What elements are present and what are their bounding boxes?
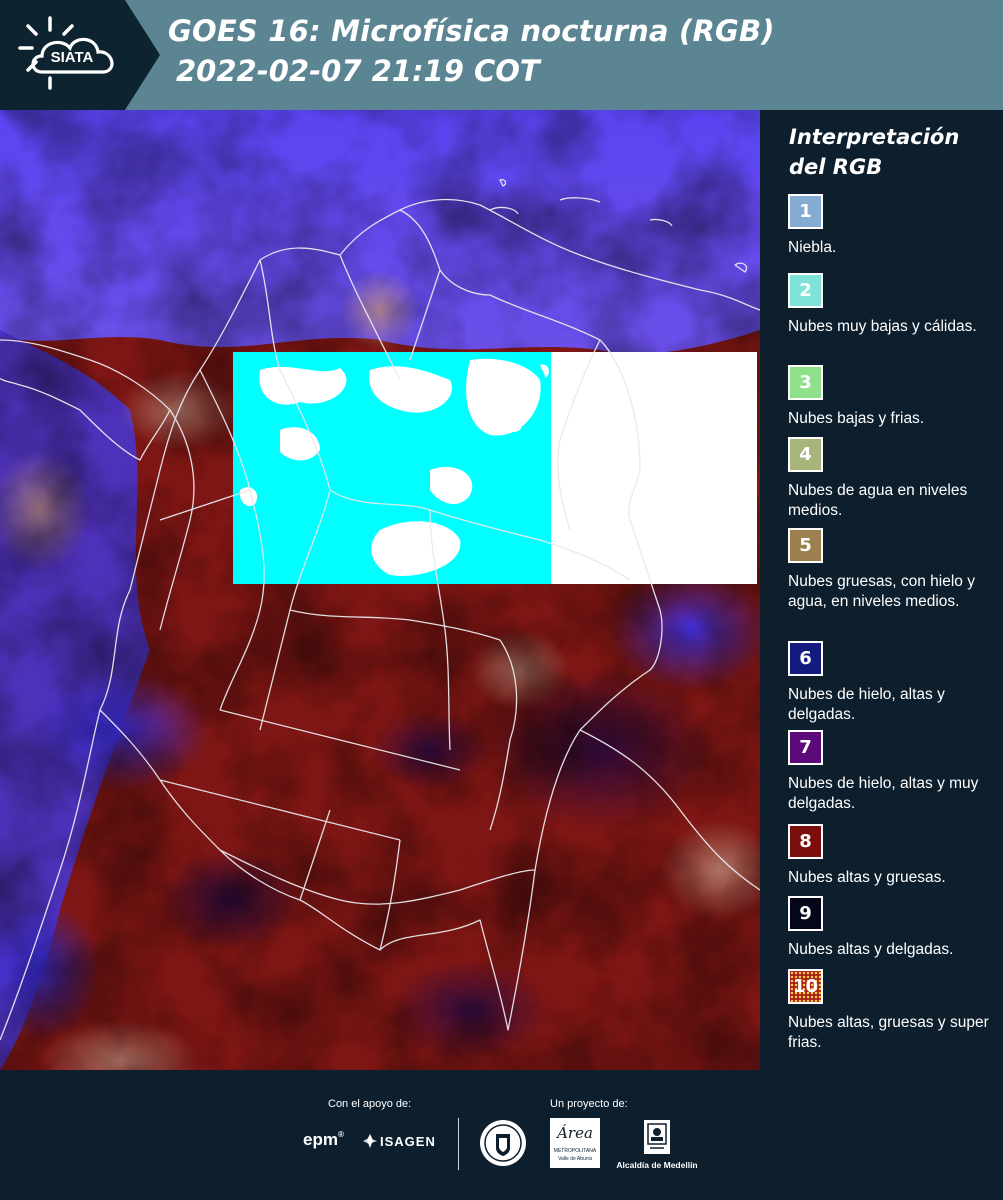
header-bar: SIATA GOES 16: Microfísica nocturna (RGB… <box>0 0 1003 110</box>
legend-item-1: 1 Niebla. <box>788 194 1000 258</box>
legend-item-4: 4 Nubes de agua en niveles medios. <box>788 437 1000 521</box>
page-timestamp: 2022-02-07 21:19 COT <box>176 54 540 88</box>
legend-label: Niebla. <box>788 239 837 256</box>
legend-item-8: 8 Nubes altas y gruesas. <box>788 824 1000 888</box>
legend-swatch-1: 1 <box>788 194 823 229</box>
legend-item-5: 5 Nubes gruesas, con hielo y agua, en ni… <box>788 528 1000 612</box>
alcaldia-shield-icon <box>642 1118 672 1156</box>
legend-number: 5 <box>799 535 812 556</box>
legend-item-7: 7 Nubes de hielo, altas y muy delgadas. <box>788 730 1000 814</box>
project-caption: Un proyecto de: <box>550 1098 628 1110</box>
legend-label: Nubes bajas y frias. <box>788 410 925 427</box>
legend-item-2: 2 Nubes muy bajas y cálidas. <box>788 273 1000 337</box>
legend-swatch-3: 3 <box>788 365 823 400</box>
support-caption: Con el apoyo de: <box>328 1098 412 1110</box>
siata-logo-text: SIATA <box>51 49 94 66</box>
legend-number: 4 <box>799 444 812 465</box>
legend-swatch-6: 6 <box>788 641 823 676</box>
legend-label: Nubes de agua en niveles medios. <box>788 482 968 519</box>
legend-label: Nubes de hielo, altas y delgadas. <box>788 686 945 723</box>
legend-number: 1 <box>799 201 812 222</box>
legend-swatch-7: 7 <box>788 730 823 765</box>
epm-logo: epm® <box>303 1130 344 1150</box>
epm-logo-text: epm <box>303 1130 338 1149</box>
footer: Con el apoyo de: Un proyecto de: epm® IS… <box>0 1070 1003 1200</box>
legend-label: Nubes altas y gruesas. <box>788 869 946 886</box>
legend-number: 7 <box>799 737 812 758</box>
legend-panel: Interpretación del RGB 1 Niebla. 2 Nubes… <box>760 110 1003 1070</box>
isagen-logo: ISAGEN <box>362 1133 436 1149</box>
legend-number: 10 <box>792 976 819 997</box>
legend-swatch-9: 9 <box>788 896 823 931</box>
siata-logo: SIATA <box>0 0 160 110</box>
legend-label: Nubes muy bajas y cálidas. <box>788 318 977 335</box>
legend-number: 9 <box>799 903 812 924</box>
legend-number: 3 <box>799 372 812 393</box>
legend-title: Interpretación del RGB <box>789 125 960 179</box>
area-logo-subtitle2: Valle de Aburrá <box>558 1156 592 1162</box>
page-title: GOES 16: Microfísica nocturna (RGB) <box>168 14 775 48</box>
area-logo-text: Área <box>557 1124 593 1142</box>
footer-divider <box>458 1118 459 1170</box>
legend-number: 2 <box>799 280 812 301</box>
university-seal-icon <box>478 1118 528 1168</box>
legend-swatch-5: 5 <box>788 528 823 563</box>
satellite-rgb-svg <box>0 110 760 1070</box>
area-metropolitana-logo: Área METROPOLITANA Valle de Aburrá <box>550 1118 600 1168</box>
legend-number: 6 <box>799 648 812 669</box>
legend-swatch-4: 4 <box>788 437 823 472</box>
legend-swatch-2: 2 <box>788 273 823 308</box>
legend-item-10: 10 Nubes altas, gruesas y super frias. <box>788 969 1000 1053</box>
legend-label: Nubes altas, gruesas y super frias. <box>788 1014 989 1051</box>
legend-swatch-8: 8 <box>788 824 823 859</box>
legend-item-6: 6 Nubes de hielo, altas y delgadas. <box>788 641 1000 725</box>
legend-item-3: 3 Nubes bajas y frias. <box>788 365 1000 429</box>
isagen-icon <box>363 1134 377 1148</box>
legend-number: 8 <box>799 831 812 852</box>
satellite-image <box>0 110 760 1070</box>
alcaldia-text: Alcaldía de Medellín <box>616 1160 698 1170</box>
registered-icon: ® <box>337 1130 344 1139</box>
isagen-logo-text: ISAGEN <box>380 1134 436 1149</box>
legend-label: Nubes de hielo, altas y muy delgadas. <box>788 775 979 812</box>
legend-label: Nubes gruesas, con hielo y agua, en nive… <box>788 573 975 610</box>
legend-label: Nubes altas y delgadas. <box>788 941 954 958</box>
area-logo-subtitle: METROPOLITANA <box>553 1148 597 1154</box>
legend-swatch-10: 10 <box>788 969 823 1004</box>
legend-item-9: 9 Nubes altas y delgadas. <box>788 896 1000 960</box>
